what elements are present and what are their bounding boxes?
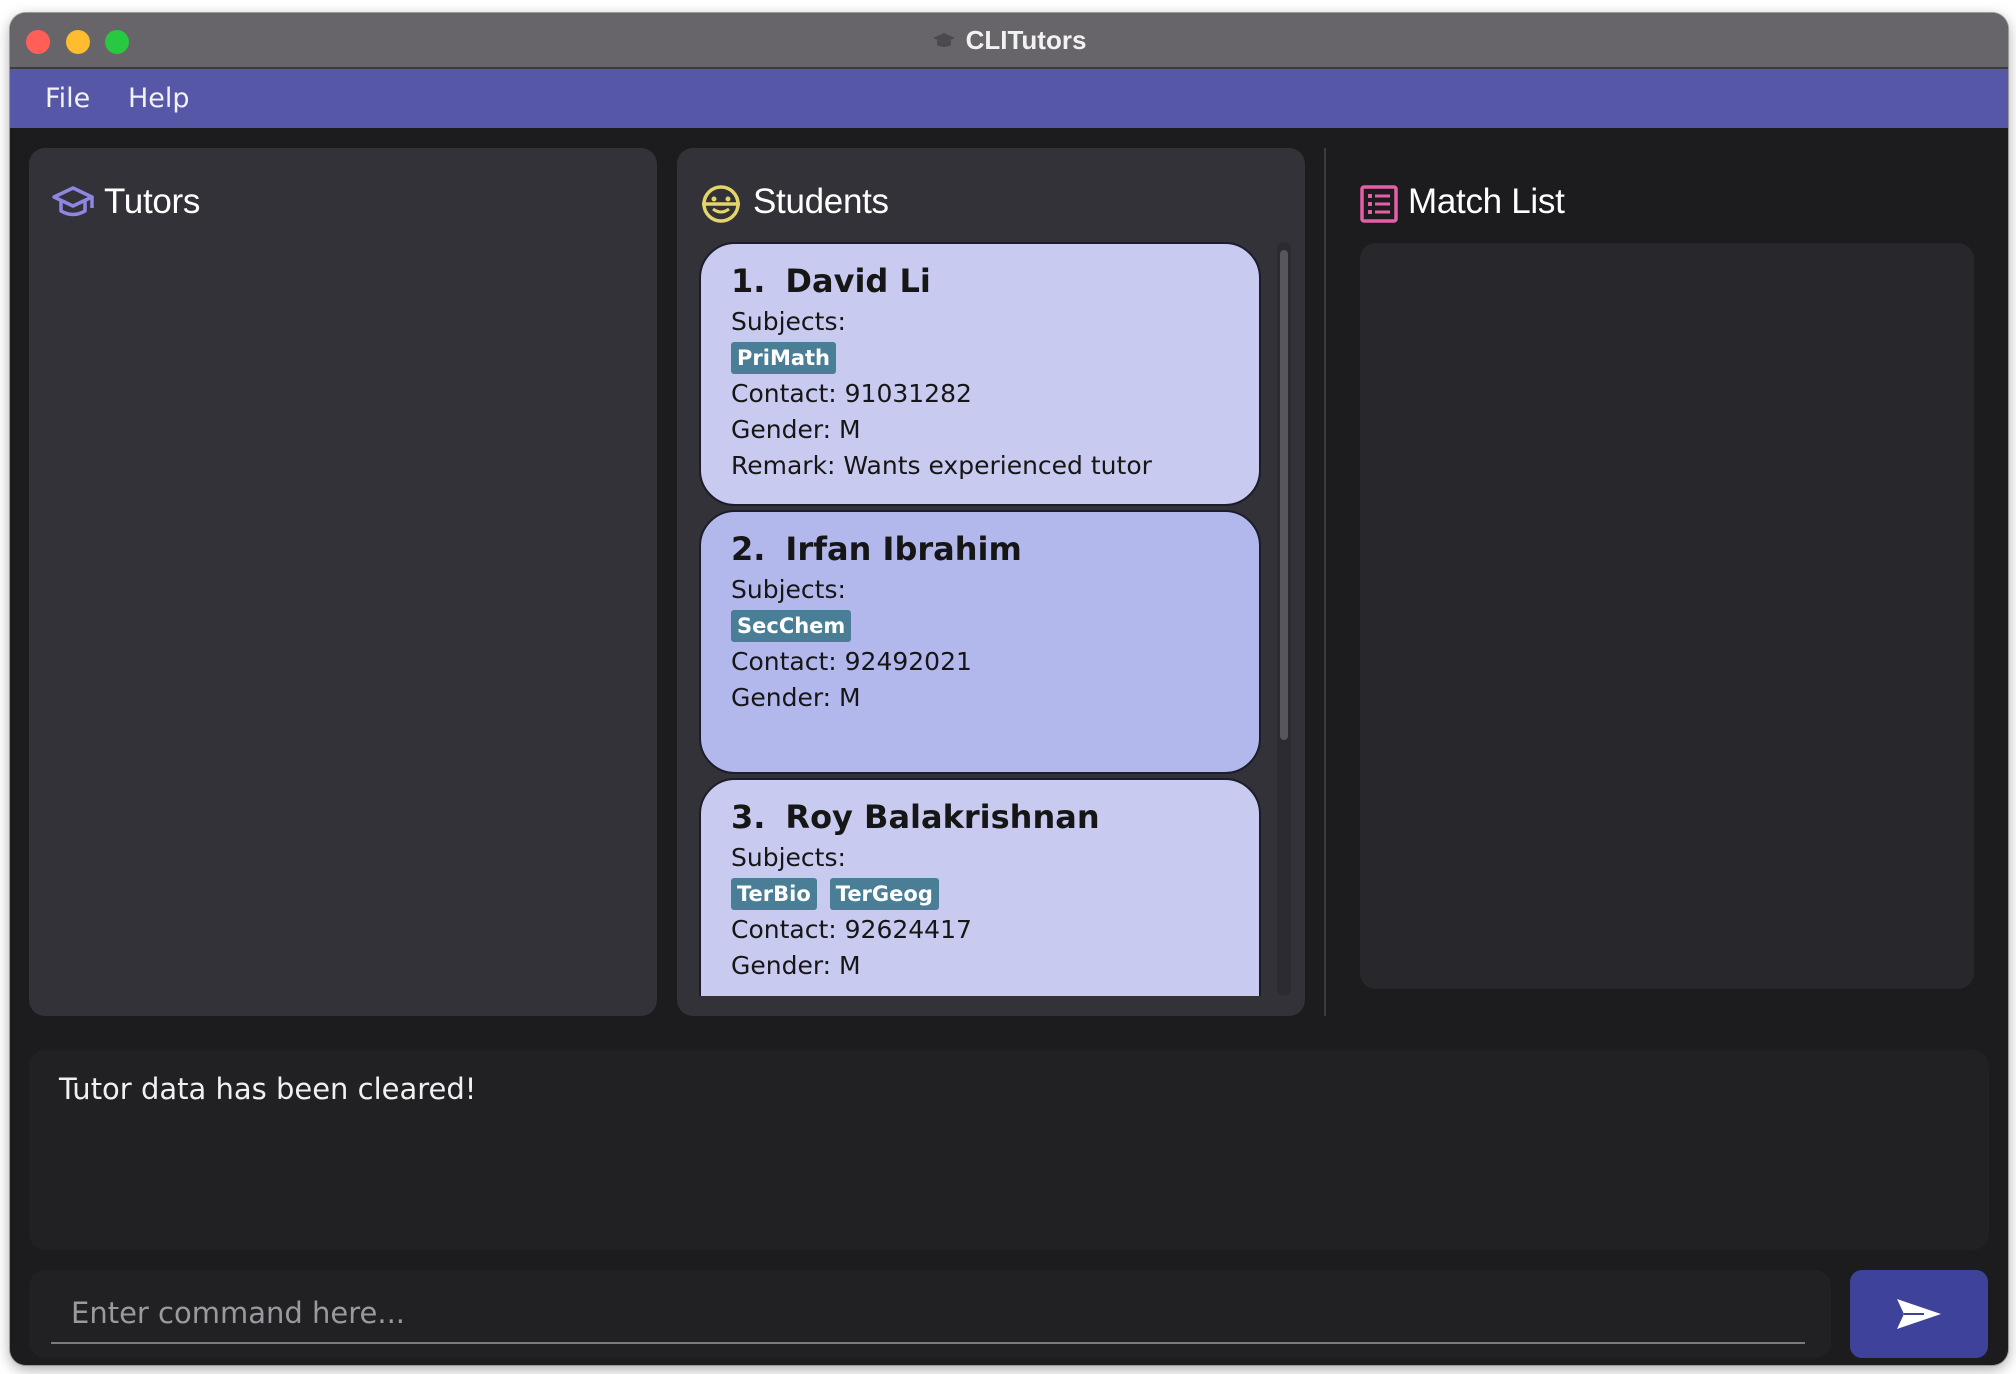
subject-tag: TerBio: [731, 878, 817, 910]
window-title-container: CLITutors: [10, 25, 2008, 58]
main-content: Tutors Students 1. David Li Subjects: Pr…: [10, 128, 2008, 1365]
student-contact: Contact: 92492021: [731, 647, 972, 676]
student-contact: Contact: 91031282: [731, 379, 972, 408]
student-gender: Gender: M: [731, 415, 861, 444]
students-panel: Students 1. David Li Subjects: PriMath Co…: [677, 148, 1305, 1016]
student-card[interactable]: 3. Roy Balakrishnan Subjects: TerBio TerG…: [699, 778, 1261, 996]
match-list[interactable]: [1360, 243, 1974, 989]
scrollbar-thumb[interactable]: [1280, 250, 1288, 740]
student-name-row: 2. Irfan Ibrahim: [731, 530, 1229, 568]
window-title: CLITutors: [965, 25, 1087, 55]
graduation-cap-icon: [51, 184, 95, 226]
student-index: 1.: [731, 262, 766, 300]
student-name: David Li: [785, 262, 931, 300]
student-gender: Gender: M: [731, 951, 861, 980]
tutors-title: Tutors: [104, 182, 201, 221]
student-card-selected[interactable]: 2. Irfan Ibrahim Subjects: SecChem Contac…: [699, 510, 1261, 774]
match-list-panel: Match List: [1326, 148, 2006, 1016]
student-name: Irfan Ibrahim: [785, 530, 1022, 568]
subject-tag: PriMath: [731, 342, 837, 374]
students-title: Students: [753, 182, 889, 221]
subject-tags: SecChem: [731, 608, 1229, 644]
menu-file[interactable]: File: [45, 83, 90, 114]
student-name-row: 3. Roy Balakrishnan: [731, 798, 1229, 836]
student-remark: Remark: Wants experienced tutor: [731, 451, 1152, 480]
send-button[interactable]: [1850, 1270, 1988, 1358]
subject-tag: TerGeog: [829, 878, 939, 910]
student-name: Roy Balakrishnan: [785, 798, 1100, 836]
subject-tag: SecChem: [731, 610, 852, 642]
tutors-panel: Tutors: [29, 148, 657, 1016]
result-message: Tutor data has been cleared!: [59, 1072, 477, 1106]
command-input[interactable]: [51, 1284, 1805, 1344]
student-index: 2.: [731, 530, 766, 568]
subjects-label: Subjects:: [731, 575, 846, 604]
students-scrollbar[interactable]: [1277, 242, 1291, 996]
menu-help[interactable]: Help: [128, 83, 190, 114]
smiley-face-icon: [699, 184, 743, 228]
student-card[interactable]: 1. David Li Subjects: PriMath Contact: 91…: [699, 242, 1261, 506]
student-gender: Gender: M: [731, 683, 861, 712]
student-index: 3.: [731, 798, 766, 836]
match-list-title: Match List: [1408, 182, 1565, 221]
title-bar: CLITutors: [10, 13, 2008, 69]
graduation-cap-icon: [932, 27, 956, 58]
menu-bar: File Help: [10, 69, 2008, 128]
subjects-label: Subjects:: [731, 307, 846, 336]
subject-tags: TerBio TerGeog: [731, 876, 1229, 912]
command-box: [29, 1270, 1831, 1358]
subject-tags: PriMath: [731, 340, 1229, 376]
student-name-row: 1. David Li: [731, 262, 1229, 300]
subjects-label: Subjects:: [731, 843, 846, 872]
app-window: CLITutors File Help Tutors Students 1. D…: [10, 13, 2008, 1365]
list-icon: [1359, 184, 1399, 228]
students-list[interactable]: 1. David Li Subjects: PriMath Contact: 91…: [699, 242, 1269, 996]
result-display: Tutor data has been cleared!: [29, 1050, 1989, 1250]
student-contact: Contact: 92624417: [731, 915, 972, 944]
